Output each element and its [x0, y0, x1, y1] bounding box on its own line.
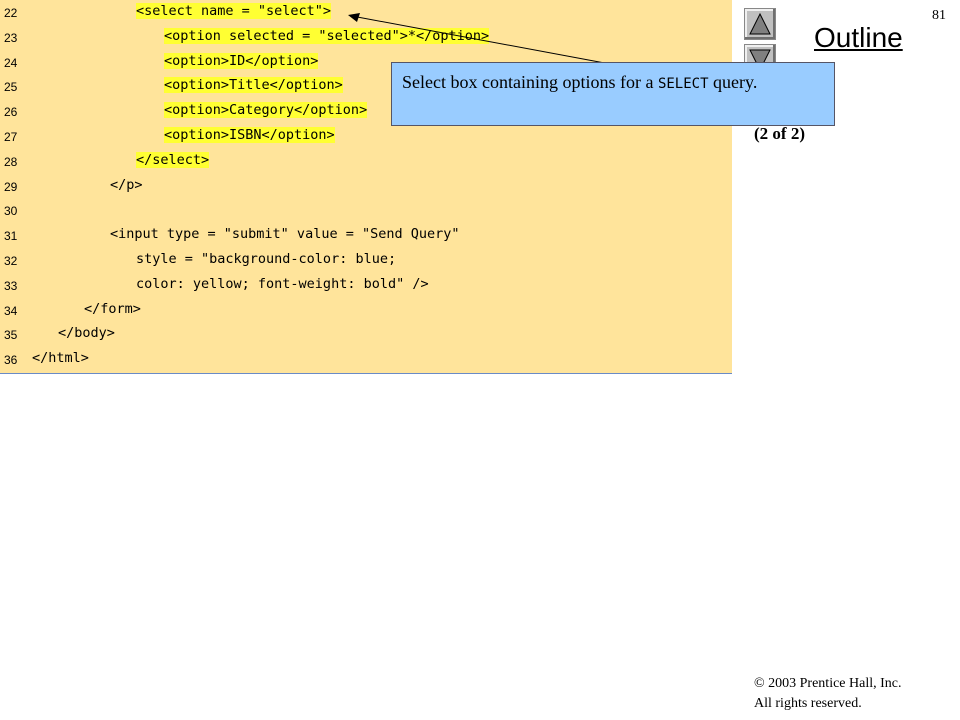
slide-number: 81 — [932, 8, 946, 23]
line-number: 26 — [4, 105, 18, 120]
code-segment: </form> — [84, 300, 141, 317]
code-segment: </html> — [32, 350, 89, 367]
code-line: 32 style = "background-color: blue; — [0, 248, 732, 272]
code-text: <input type = "submit" value = "Send Que… — [110, 225, 460, 243]
callout-code: SELECT — [657, 76, 709, 92]
code-line: 35 </body> — [0, 322, 732, 346]
code-segment: style = "background-color: blue; — [136, 251, 397, 267]
code-listing: 22 <select name = "select"> 23 <option sele… — [0, 0, 732, 374]
line-number: 36 — [4, 353, 18, 368]
code-text: </form> — [84, 300, 141, 318]
code-text: </select> — [136, 151, 210, 169]
line-number: 31 — [4, 229, 18, 244]
code-line: 23 <option selected = "selected">*</optio… — [0, 25, 732, 49]
code-text: <option>ID</option> — [164, 52, 319, 70]
code-segment: <option>Title</option> — [164, 77, 343, 94]
line-number: 32 — [4, 254, 18, 268]
callout-box: Select box containing options for a SELE… — [391, 62, 835, 126]
code-line: 27 <option>ISBN</option> — [0, 124, 732, 148]
code-text: <option>ISBN</option> — [164, 126, 335, 144]
copyright: © 2003 Prentice Hall, Inc. All rights re… — [754, 674, 902, 714]
code-segment: <option>ID</option> — [164, 52, 319, 69]
code-text: <select name = "select"> — [136, 2, 332, 20]
copyright-line-2: All rights reserved. — [754, 696, 862, 711]
code-segment: <select name = "select"> — [136, 3, 332, 19]
code-segment: <option>Category</option> — [164, 102, 368, 119]
line-number: 30 — [4, 204, 18, 219]
code-line: 30 — [0, 198, 732, 222]
code-text: </p> — [110, 176, 143, 194]
copyright-line-1: © 2003 Prentice Hall, Inc. — [754, 676, 902, 691]
line-number: 35 — [4, 328, 18, 343]
line-number: 25 — [4, 80, 18, 95]
code-text: style = "background-color: blue; — [136, 250, 396, 268]
code-segment: </body> — [58, 325, 115, 342]
code-text: <option selected = "selected">*</option> — [164, 27, 490, 45]
callout-text-after: query. — [708, 72, 758, 92]
outline-title[interactable]: Outline — [814, 22, 903, 54]
code-segment: <input type = "submit" value = "Send Que… — [110, 226, 460, 243]
code-line: 28 </select> — [0, 149, 732, 173]
line-number: 24 — [4, 55, 18, 70]
code-line: 31 <input type = "submit" value = "Send Q… — [0, 223, 732, 247]
code-line: 33 color: yellow; font-weight: bold" /> — [0, 273, 732, 297]
code-text: </body> — [58, 324, 115, 342]
code-line: 34 </form> — [0, 298, 732, 322]
code-line: 29 </p> — [0, 174, 732, 198]
code-text: <option>Category</option> — [164, 101, 368, 119]
line-number: 22 — [4, 6, 18, 20]
line-number: 34 — [4, 303, 18, 318]
line-number: 23 — [4, 30, 18, 45]
callout-text-before: Select box containing options for a — [402, 72, 658, 92]
line-number: 29 — [4, 179, 18, 194]
code-segment: <option>ISBN</option> — [164, 127, 335, 143]
line-number: 28 — [4, 154, 18, 169]
triangle-up-icon — [749, 12, 771, 35]
line-number: 27 — [4, 130, 18, 144]
code-segment: color: yellow; font-weight: bold" /> — [136, 275, 429, 292]
code-segment: <option selected = "selected">*</option> — [164, 27, 490, 44]
code-segment: </select> — [136, 151, 210, 168]
code-text: color: yellow; font-weight: bold" /> — [136, 275, 429, 293]
code-segment: </p> — [110, 176, 143, 193]
code-line: 36 </html> — [0, 347, 732, 371]
code-text: </html> — [32, 349, 89, 367]
code-text: <option>Title</option> — [164, 76, 343, 94]
outline-page-indicator: (2 of 2) — [754, 124, 805, 143]
code-line: 22 <select name = "select"> — [0, 0, 732, 24]
previous-slide-button[interactable] — [744, 8, 776, 40]
line-number: 33 — [4, 278, 18, 293]
